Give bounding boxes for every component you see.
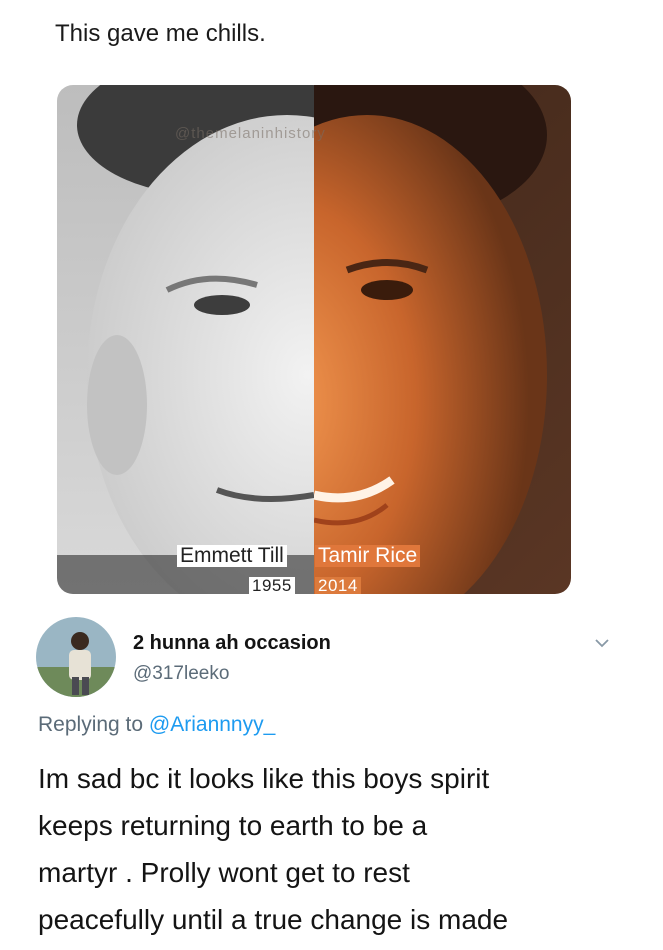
left-year-label: 1955 bbox=[249, 577, 295, 594]
post-caption: This gave me chills. bbox=[55, 20, 266, 47]
right-year-label: 2014 bbox=[315, 577, 361, 594]
watermark: @themelaninhistory bbox=[175, 125, 326, 142]
display-name[interactable]: 2 hunna ah occasion bbox=[133, 632, 331, 655]
user-handle[interactable]: @317leeko bbox=[133, 663, 229, 685]
comparison-photo: @themelaninhistory Emmett Till Tamir Ric… bbox=[57, 85, 571, 594]
replying-prefix: Replying to bbox=[38, 713, 149, 736]
replying-to: Replying to @Ariannnyy_ bbox=[38, 713, 275, 737]
tweet-text-line: Im sad bc it looks like this boys spirit bbox=[38, 763, 490, 794]
left-name-label: Emmett Till bbox=[177, 545, 287, 567]
tweet-text-line: martyr . Prolly wont get to rest bbox=[38, 857, 410, 888]
chevron-down-icon[interactable] bbox=[594, 636, 610, 648]
tweet-text-line: keeps returning to earth to be a bbox=[38, 810, 428, 841]
tweet-text: Im sad bc it looks like this boys spirit… bbox=[38, 755, 638, 943]
right-name-label: Tamir Rice bbox=[315, 545, 421, 567]
tweet-text-line: peacefully until a true change is made bbox=[38, 904, 509, 935]
reply-mention-link[interactable]: @Ariannnyy_ bbox=[149, 713, 275, 736]
avatar[interactable] bbox=[36, 617, 116, 697]
